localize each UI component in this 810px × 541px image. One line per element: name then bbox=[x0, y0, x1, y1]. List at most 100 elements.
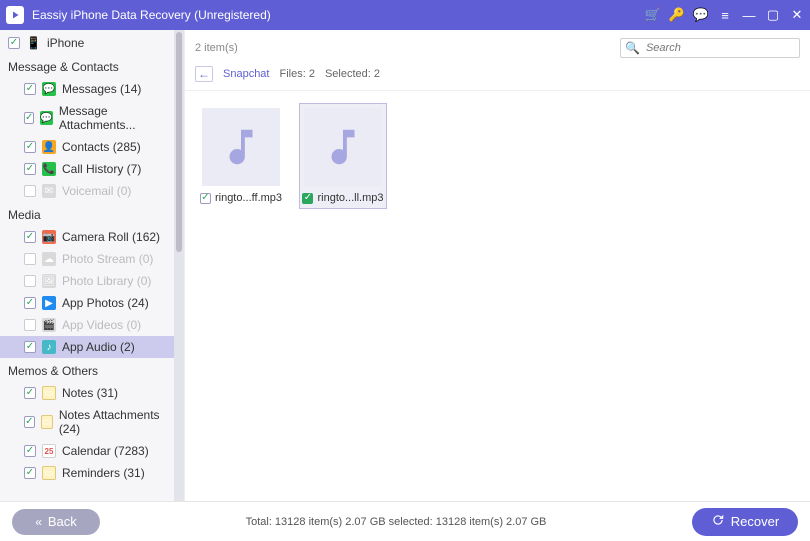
titlebar-actions: 🛒 🔑 💬 ≡ — ▢ ✕ bbox=[646, 8, 804, 22]
footer-stats: Total: 13128 item(s) 2.07 GB selected: 1… bbox=[112, 516, 680, 528]
device-row[interactable]: 📱 iPhone bbox=[0, 30, 174, 54]
sidebar-item-checkbox[interactable] bbox=[24, 231, 36, 243]
sidebar-item[interactable]: ▭ Notes Attachments (24) bbox=[0, 404, 174, 440]
sidebar-item-label: App Videos (0) bbox=[62, 318, 141, 332]
search-input[interactable] bbox=[644, 41, 795, 55]
sidebar-item-checkbox[interactable] bbox=[24, 467, 36, 479]
sidebar-item-checkbox[interactable] bbox=[24, 445, 36, 457]
search-box[interactable]: 🔍 bbox=[620, 38, 800, 58]
minimize-icon[interactable]: — bbox=[742, 8, 756, 22]
sidebar-scrollbar[interactable] bbox=[174, 30, 184, 501]
sidebar-item-label: Photo Library (0) bbox=[62, 274, 151, 288]
footer: « Back Total: 13128 item(s) 2.07 GB sele… bbox=[0, 501, 810, 541]
app-logo bbox=[6, 6, 24, 24]
sidebar-item-label: Notes Attachments (24) bbox=[59, 408, 166, 436]
sidebar-item: ☁Photo Stream (0) bbox=[0, 248, 174, 270]
messages-icon: 💬 bbox=[42, 82, 56, 96]
sidebar-item-label: Call History (7) bbox=[62, 162, 141, 176]
file-tile-checkbox[interactable] bbox=[200, 193, 211, 204]
stream-icon: ☁ bbox=[42, 252, 56, 266]
sidebar-item-checkbox[interactable] bbox=[24, 141, 36, 153]
breadcrumb: ← Snapchat Files: 2 Selected: 2 bbox=[185, 62, 810, 91]
file-tile-name: ringto...ff.mp3 bbox=[215, 192, 282, 204]
sidebar-item-label: Voicemail (0) bbox=[62, 184, 131, 198]
file-tile-name: ringto...ll.mp3 bbox=[317, 192, 383, 204]
sidebar-item[interactable]: ♪App Audio (2) bbox=[0, 336, 174, 358]
close-icon[interactable]: ✕ bbox=[790, 8, 804, 22]
music-note-icon bbox=[202, 108, 280, 186]
voicemail-icon: ✉ bbox=[42, 184, 56, 198]
sidebar-item-label: Messages (14) bbox=[62, 82, 141, 96]
appphotos-icon: ▶ bbox=[42, 296, 56, 310]
sidebar-item-checkbox bbox=[24, 185, 36, 197]
sidebar-item-checkbox bbox=[24, 253, 36, 265]
sidebar-item[interactable]: ▭Notes (31) bbox=[0, 382, 174, 404]
sidebar: 📱 iPhone Message & Contacts 💬 Messages (14… bbox=[0, 30, 185, 501]
recover-button-label: Recover bbox=[731, 514, 779, 529]
search-icon: 🔍 bbox=[625, 41, 640, 55]
sidebar-group-title: Media bbox=[0, 202, 174, 226]
audio-icon: ♪ bbox=[42, 340, 56, 354]
camera-icon: 📷 bbox=[42, 230, 56, 244]
breadcrumb-files: Files: 2 bbox=[279, 68, 314, 80]
sidebar-item-label: Reminders (31) bbox=[62, 466, 145, 480]
sidebar-item[interactable]: 📞 Call History (7) bbox=[0, 158, 174, 180]
sidebar-item-checkbox[interactable] bbox=[24, 416, 35, 428]
cart-icon[interactable]: 🛒 bbox=[646, 8, 660, 22]
sidebar-item-checkbox[interactable] bbox=[24, 163, 36, 175]
sidebar-item-checkbox[interactable] bbox=[24, 83, 36, 95]
chevron-left-icon: « bbox=[35, 515, 42, 529]
file-grid: ringto...ff.mp3 ringto...ll.mp3 bbox=[185, 91, 810, 501]
sidebar-item: 🎬 App Videos (0) bbox=[0, 314, 174, 336]
sidebar-item: ✉ Voicemail (0) bbox=[0, 180, 174, 202]
phone-icon: 📱 bbox=[26, 36, 41, 50]
chat-icon[interactable]: 💬 bbox=[694, 8, 708, 22]
sidebar-group-title: Memos & Others bbox=[0, 358, 174, 382]
sidebar-item-checkbox bbox=[24, 319, 36, 331]
sidebar-item-checkbox bbox=[24, 275, 36, 287]
breadcrumb-folder[interactable]: Snapchat bbox=[223, 68, 269, 80]
sidebar-item[interactable]: 💬 Message Attachments... bbox=[0, 100, 174, 136]
videos-icon: 🎬 bbox=[42, 318, 56, 332]
file-tile-checkbox[interactable] bbox=[302, 193, 313, 204]
file-tile[interactable]: ringto...ll.mp3 bbox=[299, 103, 387, 209]
recover-button[interactable]: Recover bbox=[692, 508, 798, 536]
sidebar-item-label: Message Attachments... bbox=[59, 104, 166, 132]
sidebar-scrollbar-thumb[interactable] bbox=[176, 32, 182, 252]
contacts-icon: 👤 bbox=[42, 140, 56, 154]
calendar-icon: 25 bbox=[42, 444, 56, 458]
content: 2 item(s) 🔍 ← Snapchat Files: 2 Selected… bbox=[185, 30, 810, 501]
menu-icon[interactable]: ≡ bbox=[718, 8, 732, 22]
sidebar-item-label: Calendar (7283) bbox=[62, 444, 149, 458]
sidebar-item[interactable]: ▭ Reminders (31) bbox=[0, 462, 174, 484]
reminders-icon: ▭ bbox=[42, 466, 56, 480]
app-title: Eassiy iPhone Data Recovery (Unregistere… bbox=[32, 8, 271, 22]
attach-icon: 💬 bbox=[40, 111, 52, 125]
sidebar-item[interactable]: 📷 Camera Roll (162) bbox=[0, 226, 174, 248]
sidebar-item-checkbox[interactable] bbox=[24, 387, 36, 399]
refresh-icon bbox=[711, 513, 725, 530]
call-icon: 📞 bbox=[42, 162, 56, 176]
item-count: 2 item(s) bbox=[195, 42, 238, 54]
sidebar-item[interactable]: 25 Calendar (7283) bbox=[0, 440, 174, 462]
sidebar-item-checkbox[interactable] bbox=[24, 341, 36, 353]
sidebar-item-label: Notes (31) bbox=[62, 386, 118, 400]
sidebar-item-checkbox[interactable] bbox=[24, 112, 34, 124]
key-icon[interactable]: 🔑 bbox=[670, 8, 684, 22]
breadcrumb-back-icon[interactable]: ← bbox=[195, 66, 213, 82]
sidebar-item-label: Contacts (285) bbox=[62, 140, 141, 154]
sidebar-item[interactable]: 💬 Messages (14) bbox=[0, 78, 174, 100]
sidebar-item[interactable]: ▶App Photos (24) bbox=[0, 292, 174, 314]
sidebar-item[interactable]: 👤 Contacts (285) bbox=[0, 136, 174, 158]
sidebar-group-title: Message & Contacts bbox=[0, 54, 174, 78]
sidebar-item-label: Camera Roll (162) bbox=[62, 230, 160, 244]
device-checkbox[interactable] bbox=[8, 37, 20, 49]
maximize-icon[interactable]: ▢ bbox=[766, 8, 780, 22]
back-button[interactable]: « Back bbox=[12, 509, 100, 535]
file-tile[interactable]: ringto...ff.mp3 bbox=[197, 103, 285, 209]
device-name: iPhone bbox=[47, 36, 84, 50]
notesatt-icon: ▭ bbox=[41, 415, 53, 429]
titlebar: Eassiy iPhone Data Recovery (Unregistere… bbox=[0, 0, 810, 30]
back-button-label: Back bbox=[48, 514, 77, 529]
sidebar-item-checkbox[interactable] bbox=[24, 297, 36, 309]
